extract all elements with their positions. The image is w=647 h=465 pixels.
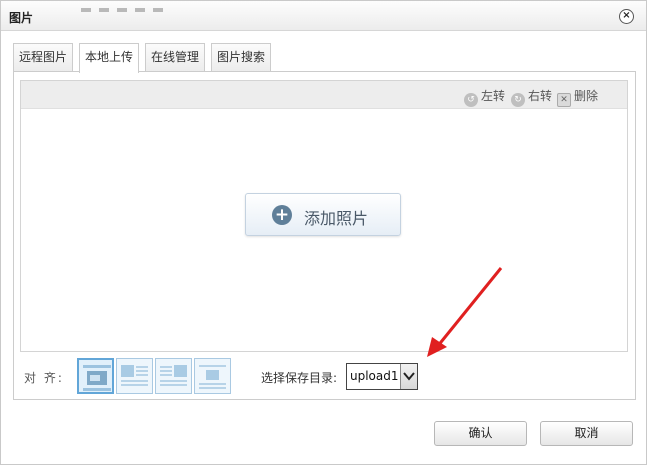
- align-left-icon: [121, 365, 148, 386]
- delete-icon: ✕: [557, 93, 571, 107]
- image-dialog: 图片 × 远程图片 本地上传 在线管理 图片搜索 ↺ 左转 ↻ 右转 ✕ 删除 + 添…: [0, 0, 647, 465]
- rotate-right-button[interactable]: ↻ 右转: [511, 88, 553, 107]
- align-left-option[interactable]: [116, 358, 153, 394]
- chevron-down-icon: [403, 372, 415, 381]
- align-none-icon: [83, 365, 111, 391]
- save-dir-select[interactable]: upload1: [346, 363, 418, 390]
- align-right-icon: [160, 365, 187, 386]
- tab-online-manage[interactable]: 在线管理: [145, 43, 205, 72]
- dialog-titlebar[interactable]: 图片 ×: [1, 1, 646, 31]
- add-photo-button[interactable]: + 添加照片: [245, 193, 401, 236]
- annotation-arrow-icon: [427, 267, 503, 357]
- save-dir-label: 选择保存目录:: [261, 371, 338, 385]
- confirm-button[interactable]: 确认: [434, 421, 527, 446]
- upload-toolbar: ↺ 左转 ↻ 右转 ✕ 删除: [21, 81, 627, 109]
- cancel-button[interactable]: 取消: [540, 421, 633, 446]
- align-center-icon: [199, 365, 226, 389]
- delete-label: 删除: [574, 89, 599, 103]
- dropdown-arrow[interactable]: [400, 364, 417, 389]
- window-strip: [81, 1, 191, 12]
- delete-button[interactable]: ✕ 删除: [557, 88, 599, 107]
- alignment-label: 对 齐:: [24, 371, 64, 385]
- tab-image-search[interactable]: 图片搜索: [211, 43, 271, 72]
- upload-area[interactable]: ↺ 左转 ↻ 右转 ✕ 删除 + 添加照片: [20, 80, 628, 352]
- save-dir-value: upload1: [350, 369, 399, 383]
- dialog-title: 图片: [9, 11, 34, 25]
- rotate-left-label: 左转: [481, 89, 506, 103]
- rotate-left-button[interactable]: ↺ 左转: [464, 88, 506, 107]
- align-center-option[interactable]: [194, 358, 231, 394]
- rotate-right-icon: ↻: [511, 93, 525, 107]
- rotate-left-icon: ↺: [464, 93, 478, 107]
- plus-icon: +: [272, 205, 292, 225]
- tab-remote-image[interactable]: 远程图片: [13, 43, 73, 72]
- add-photo-label: 添加照片: [304, 209, 369, 228]
- align-right-option[interactable]: [155, 358, 192, 394]
- close-button[interactable]: ×: [619, 9, 634, 24]
- align-none-option[interactable]: [77, 358, 114, 394]
- rotate-right-label: 右转: [528, 89, 553, 103]
- tab-local-upload[interactable]: 本地上传: [79, 43, 139, 73]
